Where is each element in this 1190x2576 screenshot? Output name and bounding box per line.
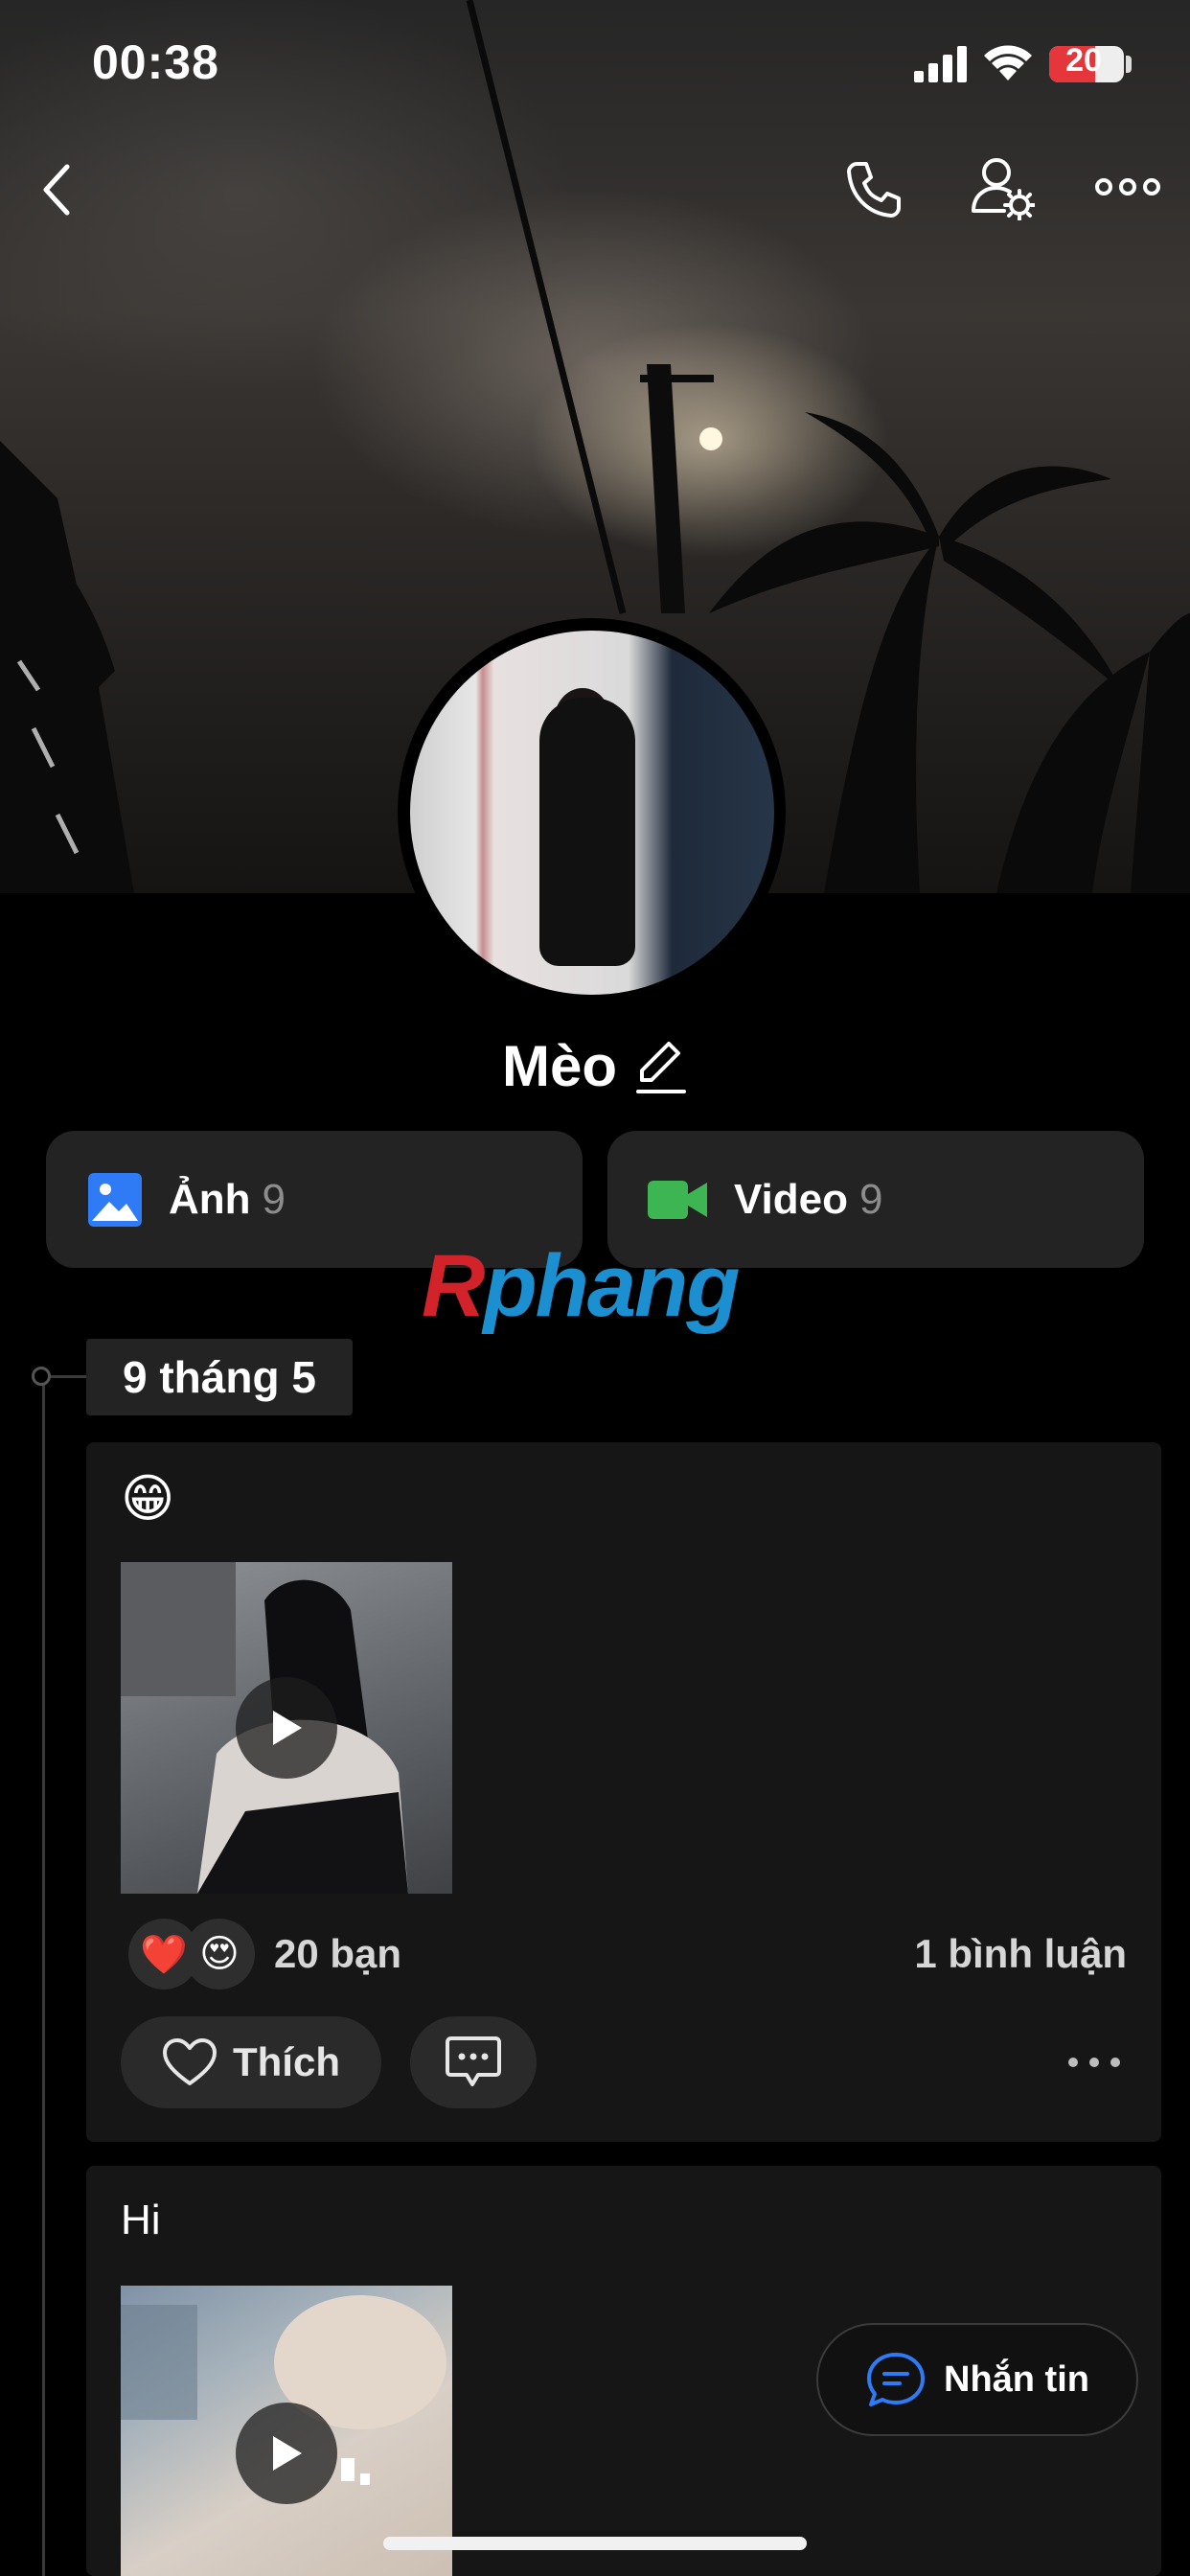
- comment-button[interactable]: [410, 2016, 537, 2108]
- video-thumbnail[interactable]: [121, 1562, 452, 1894]
- battery-level: 20: [1065, 42, 1102, 79]
- reaction-heart-eyes: 😍: [184, 1919, 255, 1990]
- play-icon: [273, 2436, 302, 2471]
- videos-label: Video: [734, 1175, 849, 1223]
- heart-icon: [163, 2038, 217, 2085]
- play-button[interactable]: [236, 1677, 337, 1779]
- video-thumbnail[interactable]: [121, 2286, 452, 2576]
- reaction-count[interactable]: 20 bạn: [274, 1931, 401, 1977]
- videos-count: 9: [859, 1175, 883, 1223]
- avatar-figure: [538, 697, 635, 966]
- post-text: 😁: [121, 1470, 175, 1528]
- timeline-line: [42, 1378, 45, 2576]
- chat-icon: [867, 2353, 925, 2406]
- avatar-ring[interactable]: [398, 618, 786, 1006]
- avatar[interactable]: [409, 630, 774, 995]
- wifi-icon: [984, 45, 1032, 80]
- play-icon: [273, 1711, 302, 1745]
- watermark-text: phang: [483, 1237, 740, 1335]
- image-icon: [88, 1172, 142, 1227]
- post-more-icon[interactable]: [1065, 2053, 1123, 2072]
- profile-name: Mèo: [502, 1034, 617, 1098]
- message-label: Nhắn tin: [944, 2358, 1089, 2400]
- like-button[interactable]: Thích: [121, 2016, 381, 2108]
- play-button[interactable]: [236, 2403, 337, 2504]
- message-button[interactable]: Nhắn tin: [816, 2323, 1138, 2436]
- phone-icon[interactable]: [843, 158, 904, 219]
- photos-label: Ảnh: [169, 1175, 251, 1223]
- pencil-icon[interactable]: [634, 1038, 688, 1095]
- comment-icon: [446, 2036, 501, 2086]
- like-label: Thích: [233, 2039, 340, 2084]
- post-text: Hi: [121, 2196, 161, 2243]
- video-icon: [648, 1180, 707, 1219]
- watermark-logo: Rphang: [422, 1236, 740, 1337]
- timeline-tick: [51, 1375, 87, 1378]
- more-icon[interactable]: [1094, 172, 1161, 201]
- photos-count: 9: [262, 1175, 286, 1223]
- status-time: 00:38: [92, 35, 219, 89]
- timeline-dot: [32, 1367, 51, 1386]
- home-indicator: [383, 2537, 807, 2550]
- watermark-letter: R: [422, 1237, 485, 1335]
- user-settings-icon[interactable]: [970, 155, 1035, 220]
- timeline-date: 9 tháng 5: [86, 1339, 353, 1415]
- back-icon[interactable]: [38, 161, 77, 218]
- profile-name-row: Mèo: [0, 1033, 1190, 1099]
- signal-icon: [914, 46, 967, 82]
- comment-count[interactable]: 1 bình luận: [901, 1931, 1127, 1977]
- battery-cap: [1126, 56, 1132, 73]
